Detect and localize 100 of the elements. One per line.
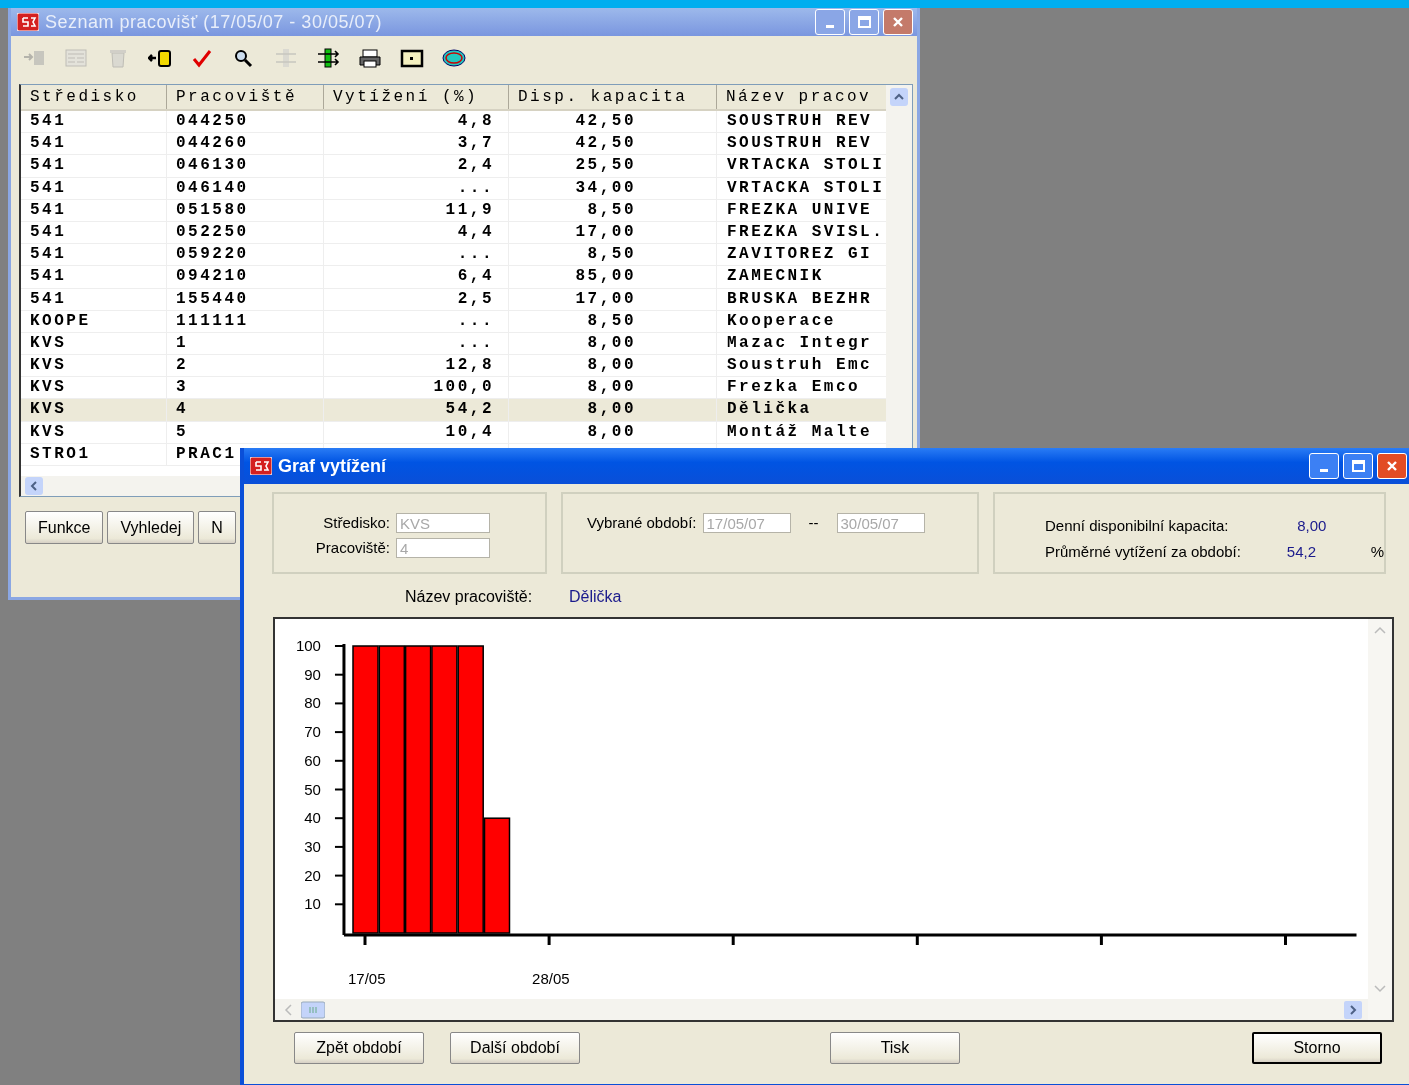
dialog-button[interactable]: Další období: [450, 1032, 580, 1064]
table-cell: VRTACKA STOLI: [727, 178, 885, 199]
printer-icon: [358, 47, 382, 69]
maximize-button[interactable]: [1343, 453, 1373, 479]
table-cell: 4: [176, 400, 189, 421]
table-cell: KVS: [30, 378, 67, 399]
horizontal-scrollbar[interactable]: [275, 999, 1368, 1020]
table-cell: 046130: [176, 156, 249, 177]
table-cell: 541: [30, 245, 67, 266]
table-cell-text: 052250: [176, 222, 249, 243]
table-cell: 094210: [176, 267, 249, 288]
table-cell: 3: [176, 378, 189, 399]
table-cell: VRTACKA STOLI: [727, 156, 885, 177]
function-button[interactable]: Vyhledej: [107, 511, 195, 544]
table-cell: PRAC1: [176, 444, 237, 465]
table-cell: 2,4: [457, 156, 494, 177]
table-cell: 8,00: [587, 378, 636, 399]
table-cell: 8,50: [587, 245, 636, 266]
table-cell: Soustruh Emc: [727, 356, 873, 377]
y-tick-label: 100: [295, 637, 321, 654]
y-tick-label: 20: [304, 866, 321, 884]
column-header[interactable]: Disp. kapacita: [509, 85, 717, 109]
table-row[interactable]: KVS 1 ... 8,00 Mazac Integr: [21, 332, 889, 356]
frame-icon: [400, 47, 424, 69]
table-cell-text: 541: [30, 112, 67, 132]
table-cell: ZAVITOREZ GI: [727, 245, 873, 266]
table-cell: BRUSKA BEZHR: [727, 289, 873, 310]
app-logo-icon: [17, 13, 39, 31]
table-cell: 8,00: [587, 422, 636, 443]
table-cell: ...: [457, 245, 494, 266]
table-cell: 34,00: [575, 178, 636, 199]
table-row[interactable]: 541 044250 4,8 42,50 SOUSTRUH REV: [21, 111, 889, 134]
table-cell: STRO1: [30, 444, 91, 465]
table-cell: 046140: [176, 178, 249, 199]
close-icon: [891, 15, 905, 29]
table-cell: KVS: [30, 400, 67, 421]
table-row[interactable]: 541 094210 6,4 85,00 ZAMECNIK: [21, 266, 889, 289]
close-icon: [1385, 459, 1399, 473]
field-value: 54,2: [1285, 542, 1318, 560]
table-row[interactable]: 541 044260 3,7 42,50 SOUSTRUH REV: [21, 133, 889, 156]
field-label: Denní disponibilní kapacita:: [1045, 516, 1230, 534]
table-cell: 10,4: [445, 422, 494, 443]
table-cell: ZAMECNIK: [727, 267, 824, 288]
table-cell: Dělička: [727, 400, 812, 421]
table-cell: 059220: [176, 245, 249, 266]
minimize-button[interactable]: [1309, 453, 1339, 479]
x-tick-label: 28/05: [532, 970, 570, 987]
function-button[interactable]: N: [198, 511, 236, 544]
field-label: Středisko:: [322, 514, 390, 531]
maximize-icon: [1351, 459, 1365, 473]
table-row[interactable]: KVS 2 12,8 8,00 Soustruh Emc: [21, 355, 889, 378]
table-cell-text: ...: [457, 333, 494, 354]
table-row[interactable]: 541 059220 ... 8,50 ZAVITOREZ GI: [21, 244, 889, 267]
table-row[interactable]: KVS 5 10,4 8,00 Montáž Malte: [21, 421, 889, 444]
table-cell: 541: [30, 200, 67, 221]
checkmark-icon: [190, 47, 214, 69]
table-cell: 541: [30, 156, 67, 177]
table-cell-text: 42,50: [575, 112, 636, 132]
close-button[interactable]: [1377, 453, 1407, 479]
function-button[interactable]: Funkce: [25, 511, 104, 544]
table-row[interactable]: 541 052250 4,4 17,00 FREZKA SVISL.: [21, 221, 889, 245]
table-row[interactable]: 541 155440 2,5 17,00 BRUSKA BEZHR: [21, 288, 889, 311]
table-cell: SOUSTRUH REV: [727, 134, 873, 155]
dialog-button[interactable]: Storno: [1252, 1032, 1382, 1064]
table-row[interactable]: 541 046140 ... 34,00 VRTACKA STOLI: [21, 177, 889, 200]
table-cell: 3,7: [457, 134, 494, 155]
column-header[interactable]: Pracoviště: [167, 85, 324, 109]
table-cell: 85,00: [575, 267, 636, 288]
table-cell-text: FREZKA SVISL.: [727, 222, 885, 243]
dialog-button[interactable]: Tisk: [830, 1032, 960, 1064]
window-title: Seznam pracovišť (17/05/07 - 30/05/07): [45, 11, 382, 33]
table-cell-text: 8,00: [587, 333, 636, 354]
table-row[interactable]: KOOPE 111111 ... 8,50 Kooperace: [21, 310, 889, 333]
scroll-right-icon[interactable]: [1344, 1000, 1362, 1019]
column-header[interactable]: Středisko: [21, 85, 167, 109]
field-label: Průměrné vytížení za období:: [1045, 542, 1242, 560]
scroll-thumb[interactable]: [301, 1000, 325, 1019]
field-label: Název pracoviště:: [405, 588, 534, 607]
table-cell-text: 17,00: [575, 222, 636, 243]
table-cell: 11,9: [445, 200, 494, 221]
form-icon: [64, 47, 88, 69]
table-cell-text: Mazac Integr: [727, 333, 873, 354]
table-row[interactable]: KVS 4 54,2 8,00 Dělička: [21, 399, 889, 422]
table-row[interactable]: 541 046130 2,4 25,50 VRTACKA STOLI: [21, 155, 889, 178]
table-cell: ...: [457, 311, 494, 332]
table-cell: Kooperace: [727, 311, 836, 332]
app-logo-icon: [250, 457, 272, 475]
window-title: Graf vytížení: [278, 455, 387, 477]
table-cell: 42,50: [575, 134, 636, 155]
minimize-icon: [1320, 469, 1328, 472]
y-tick-label: 80: [304, 694, 321, 712]
scroll-left-icon[interactable]: [25, 477, 43, 495]
table-row[interactable]: 541 051580 11,9 8,50 FREZKA UNIVE: [21, 199, 889, 222]
arrow-cylinder-icon: [148, 47, 172, 69]
column-arrows-icon: [316, 47, 340, 69]
dialog-button[interactable]: Zpět období: [294, 1032, 424, 1064]
y-tick-label: 60: [304, 751, 321, 769]
scroll-up-icon[interactable]: [890, 88, 908, 106]
column-header[interactable]: Vytížení (%): [324, 85, 509, 109]
table-cell-text: SOUSTRUH REV: [727, 112, 873, 132]
